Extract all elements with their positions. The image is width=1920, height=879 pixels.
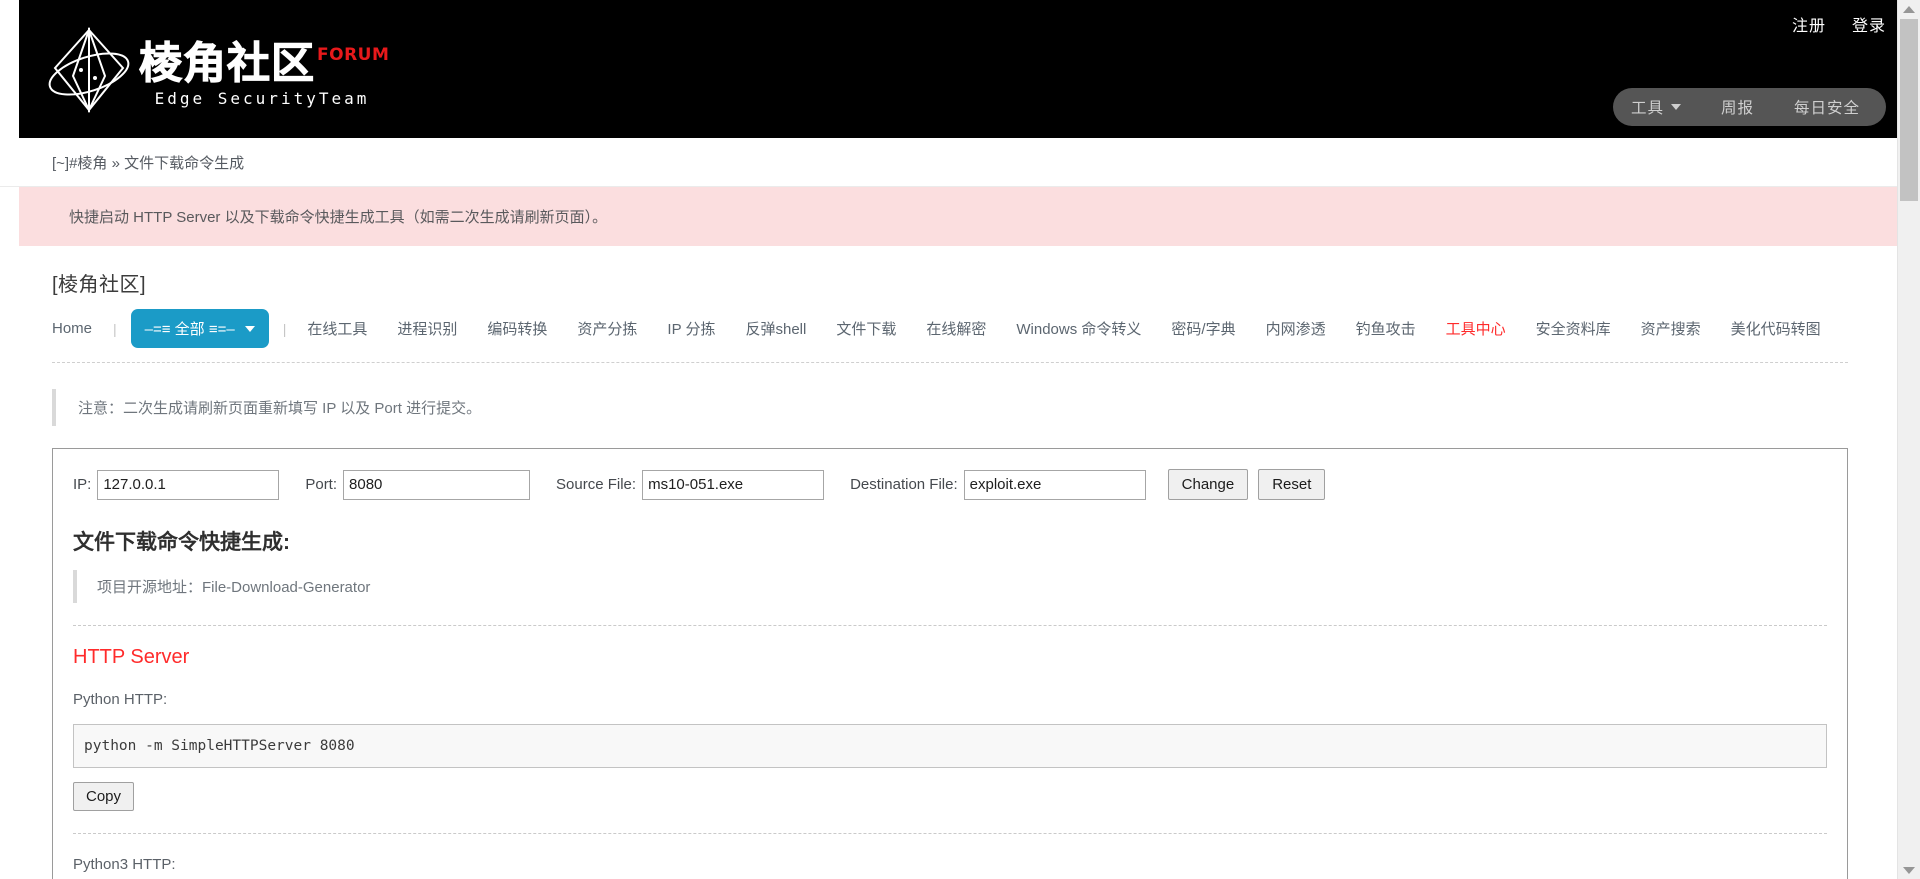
scroll-down-arrow-icon[interactable] [1898,861,1920,879]
http-server-heading: HTTP Server [73,646,190,668]
source-file-input[interactable] [642,469,825,500]
tab-password-dict[interactable]: 密码/字典 [1156,318,1250,339]
login-link[interactable]: 登录 [1852,12,1886,36]
tab-file-download[interactable]: 文件下载 [821,318,911,339]
top-account-links: 注册 登录 [1792,12,1886,36]
scroll-up-arrow-icon[interactable] [1898,0,1920,18]
breadcrumb-text: [~]#棱角 » 文件下载命令生成 [52,154,245,172]
scrollbar-thumb[interactable] [1900,19,1918,201]
tab-asset-search[interactable]: 资产搜索 [1626,318,1716,339]
page-note-text: 注意：二次生成请刷新页面重新填写 IP 以及 Port 进行提交。 [78,400,482,417]
python3-http-label: Python3 HTTP: [73,856,176,873]
page-note: 注意：二次生成请刷新页面重新填写 IP 以及 Port 进行提交。 [52,389,1848,426]
tab-ip-sorting[interactable]: IP 分拣 [652,318,730,339]
register-link[interactable]: 注册 [1792,12,1826,36]
source-file-label: Source File: [556,476,637,493]
generator-form: IP: Port: Source File: Destination File:… [53,469,1847,500]
tab-online-tools[interactable]: 在线工具 [292,318,382,339]
ip-input[interactable] [97,469,280,500]
divider [73,833,1827,834]
tab-bar: Home | –=≡ 全部 ≡=– | 在线工具 进程识别 编码转换 资产分拣 … [52,309,1848,363]
nav-item-weekly-label: 周报 [1720,100,1754,117]
nav-item-tools-label: 工具 [1630,100,1664,117]
info-alert: 快捷启动 HTTP Server 以及下载命令快捷生成工具（如需二次生成请刷新页… [19,187,1898,246]
page-root: 棱角社区 FORUM Edge SecurityTeam 注册 登录 工具 周报… [0,0,1898,879]
tab-online-decrypt[interactable]: 在线解密 [911,318,1001,339]
breadcrumb: [~]#棱角 » 文件下载命令生成 [0,138,1898,187]
page-title: [棱角社区] [52,274,147,296]
tab-code-to-image[interactable]: 美化代码转图 [1716,318,1836,339]
tab-phishing[interactable]: 钓鱼攻击 [1341,318,1431,339]
all-categories-dropdown[interactable]: –=≡ 全部 ≡=– [130,309,269,348]
divider [73,625,1827,626]
project-source-note: 项目开源地址：File-Download-Generator [73,570,1847,603]
tab-tool-center[interactable]: 工具中心 [1431,318,1521,339]
main-nav: 工具 周报 每日安全 [1612,88,1886,126]
site-logo[interactable]: 棱角社区 FORUM Edge SecurityTeam [43,12,389,116]
port-input[interactable] [343,469,531,500]
info-alert-text: 快捷启动 HTTP Server 以及下载命令快捷生成工具（如需二次生成请刷新页… [69,209,608,226]
logo-star-icon [43,24,135,116]
tab-windows-escape[interactable]: Windows 命令转义 [1001,318,1156,339]
tab-security-library[interactable]: 安全资料库 [1521,318,1626,339]
copy-button-python-http[interactable]: Copy [73,782,135,811]
project-source-text: 项目开源地址：File-Download-Generator [97,579,371,596]
tab-separator-left: | [113,320,117,337]
tab-reverse-shell[interactable]: 反弹shell [730,318,821,339]
nav-item-daily-security-label: 每日安全 [1793,100,1860,117]
tab-process-id[interactable]: 进程识别 [382,318,472,339]
site-header: 棱角社区 FORUM Edge SecurityTeam 注册 登录 工具 周报… [19,0,1898,138]
logo-forum-badge: FORUM [317,45,390,65]
chevron-down-icon [1670,104,1681,110]
python-http-label: Python HTTP: [73,691,168,708]
all-categories-label: –=≡ 全部 ≡=– [144,321,235,338]
destination-file-label: Destination File: [850,476,958,493]
section-heading: 文件下载命令快捷生成: [73,531,290,554]
python-http-code[interactable]: python -m SimpleHTTPServer 8080 [73,724,1827,768]
tab-home[interactable]: Home [52,320,107,337]
logo-text: 棱角社区 FORUM Edge SecurityTeam [139,41,389,109]
tab-asset-sorting[interactable]: 资产分拣 [562,318,652,339]
generator-panel: IP: Port: Source File: Destination File:… [52,448,1848,879]
port-label: Port: [305,476,338,493]
destination-file-input[interactable] [963,469,1146,500]
tab-encoding-convert[interactable]: 编码转换 [472,318,562,339]
nav-item-weekly[interactable]: 周报 [1721,96,1754,118]
page-scrollbar[interactable] [1897,0,1920,879]
main-content: [棱角社区] Home | –=≡ 全部 ≡=– | 在线工具 进程识别 编码转… [0,268,1898,879]
ip-label: IP: [73,476,92,493]
reset-button[interactable]: Reset [1258,469,1326,500]
nav-item-daily-security[interactable]: 每日安全 [1794,96,1860,118]
tab-separator-right: | [282,320,287,337]
tab-intranet-pentest[interactable]: 内网渗透 [1251,318,1341,339]
logo-subtitle: Edge SecurityTeam [154,89,370,108]
change-button[interactable]: Change [1167,469,1249,500]
nav-item-tools[interactable]: 工具 [1631,96,1681,118]
chevron-down-icon [244,325,255,332]
